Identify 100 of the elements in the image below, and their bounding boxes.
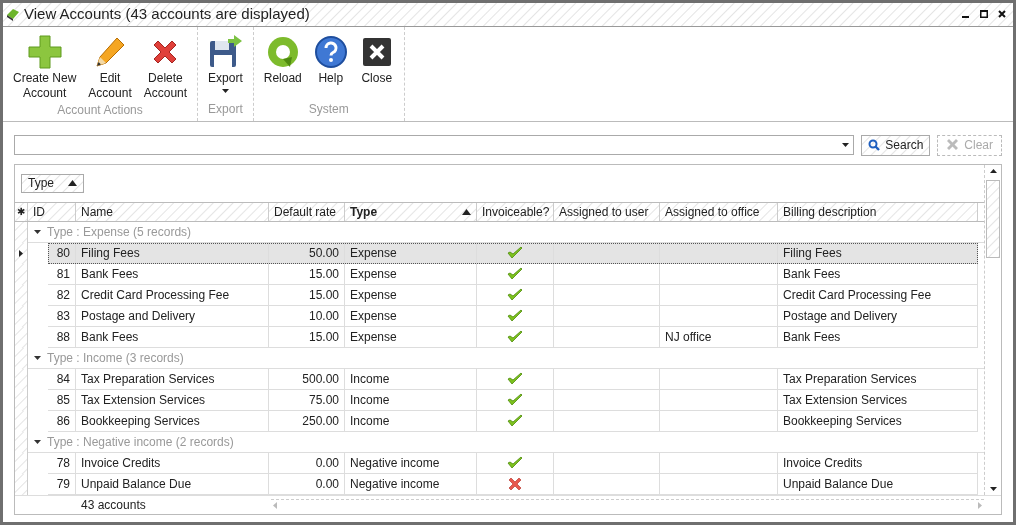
table-cell: 50.00 (269, 242, 345, 263)
column-header[interactable]: Billing description (778, 202, 978, 221)
table-cell: NJ office (660, 326, 778, 347)
search-button[interactable]: Search (861, 134, 931, 156)
search-icon (868, 139, 881, 151)
column-header[interactable]: Name (76, 202, 269, 221)
scroll-up-icon[interactable] (989, 168, 997, 173)
checkmark-icon (507, 455, 523, 470)
header-corner: ✱ (15, 202, 28, 221)
table-cell: 88 (48, 326, 76, 347)
sort-ascending-icon (462, 208, 471, 215)
table-cell: Tax Extension Services (76, 389, 269, 410)
expand-caret-icon[interactable] (34, 228, 41, 235)
table-cell: Tax Preparation Services (76, 368, 269, 389)
table-cell: 85 (48, 389, 76, 410)
table-cell: 15.00 (269, 263, 345, 284)
toolbar-button[interactable]: Edit Account (82, 32, 138, 101)
table-cell: 84 (48, 368, 76, 389)
table-cell: Bank Fees (76, 326, 269, 347)
table-cell: Expense (345, 305, 477, 326)
table-cell: Bookkeeping Services (76, 410, 269, 431)
row-indicator[interactable] (15, 242, 28, 264)
table-cell: Unpaid Balance Due (76, 473, 269, 494)
group-label: Account Actions (56, 101, 144, 119)
toolbar-button[interactable]: Reload (257, 32, 308, 100)
table-cell: Postage and Delivery (76, 305, 269, 326)
table-cell: Negative income (345, 473, 477, 494)
table-cell: Expense (345, 242, 477, 263)
checkmark-icon (507, 329, 523, 344)
toolbar-button[interactable]: Create New Account (7, 32, 83, 101)
table-cell: Filing Fees (778, 242, 978, 263)
group-by-label: Type (28, 175, 54, 192)
close-icon[interactable] (998, 10, 1006, 19)
checkmark-icon (507, 245, 523, 260)
checkmark-icon (507, 287, 523, 302)
column-header[interactable]: Type (345, 202, 477, 221)
search-field[interactable] (14, 135, 855, 155)
table-cell: 78 (48, 452, 76, 473)
column-header[interactable]: Default rate (269, 202, 345, 221)
cross-icon (508, 476, 522, 491)
help-icon (313, 34, 348, 69)
window-title: View Accounts (43 accounts are displayed) (24, 4, 310, 24)
table-cell: 0.00 (269, 452, 345, 473)
scroll-right-icon[interactable] (978, 501, 982, 509)
table-cell: 80 (48, 242, 76, 263)
expand-caret-icon[interactable] (34, 354, 41, 361)
table-cell: Credit Card Processing Fee (778, 284, 978, 305)
table-cell: Income (345, 410, 477, 431)
clear-icon (946, 139, 960, 151)
record-count: 43 accounts (81, 496, 147, 514)
table-cell: 86 (48, 410, 76, 431)
table-cell: 79 (48, 473, 76, 494)
table-cell: 0.00 (269, 473, 345, 494)
toolbar-button[interactable]: Close (353, 32, 400, 100)
checkmark-icon (507, 371, 523, 386)
column-header[interactable]: Assigned to office (660, 202, 778, 221)
table-cell: 15.00 (269, 326, 345, 347)
table-cell: Unpaid Balance Due (778, 473, 978, 494)
maximize-icon[interactable] (980, 10, 988, 19)
table-cell: Invoice Credits (76, 452, 269, 473)
table-cell: Negative income (345, 452, 477, 473)
group-row-label: Type : Income (3 records) (47, 349, 184, 367)
dropdown-caret-icon[interactable] (842, 142, 850, 148)
toolbar-button[interactable]: Help (307, 32, 354, 100)
scrollbar-thumb[interactable] (986, 179, 1000, 258)
table-cell: Expense (345, 284, 477, 305)
scroll-left-icon[interactable] (273, 501, 277, 509)
vertical-scrollbar[interactable] (984, 164, 1001, 495)
table-cell: Postage and Delivery (778, 305, 978, 326)
expand-caret-icon[interactable] (34, 438, 41, 445)
table-cell: Bookkeeping Services (778, 410, 978, 431)
table-cell: Income (345, 389, 477, 410)
table-cell: 75.00 (269, 389, 345, 410)
group-label: Export (207, 100, 244, 118)
column-header[interactable]: Invoiceable? (477, 202, 554, 221)
table-cell: Credit Card Processing Fee (76, 284, 269, 305)
sort-ascending-icon (68, 180, 77, 186)
horizontal-scrollbar[interactable] (271, 498, 984, 511)
table-cell: 83 (48, 305, 76, 326)
toolbar-button[interactable]: Export (202, 32, 249, 100)
table-cell: Filing Fees (76, 242, 269, 263)
caret-icon (221, 88, 229, 94)
column-header[interactable]: ID (28, 202, 76, 221)
scroll-down-icon[interactable] (989, 486, 997, 491)
table-cell: 250.00 (269, 410, 345, 431)
table-cell: Invoice Credits (778, 452, 978, 473)
table-cell: Income (345, 368, 477, 389)
table-cell: Expense (345, 326, 477, 347)
group-by-chip[interactable]: Type (21, 173, 84, 193)
table-cell: 82 (48, 284, 76, 305)
table-cell: 10.00 (269, 305, 345, 326)
checkmark-icon (507, 266, 523, 281)
column-header[interactable]: Assigned to user (554, 202, 660, 221)
toolbar-button[interactable]: Delete Account (137, 32, 194, 101)
table-cell: Tax Extension Services (778, 389, 978, 410)
table-cell: Bank Fees (778, 263, 978, 284)
table-cell: 81 (48, 263, 76, 284)
checkmark-icon (507, 308, 523, 323)
close-icon (362, 37, 391, 66)
app-logo-icon (6, 7, 20, 22)
